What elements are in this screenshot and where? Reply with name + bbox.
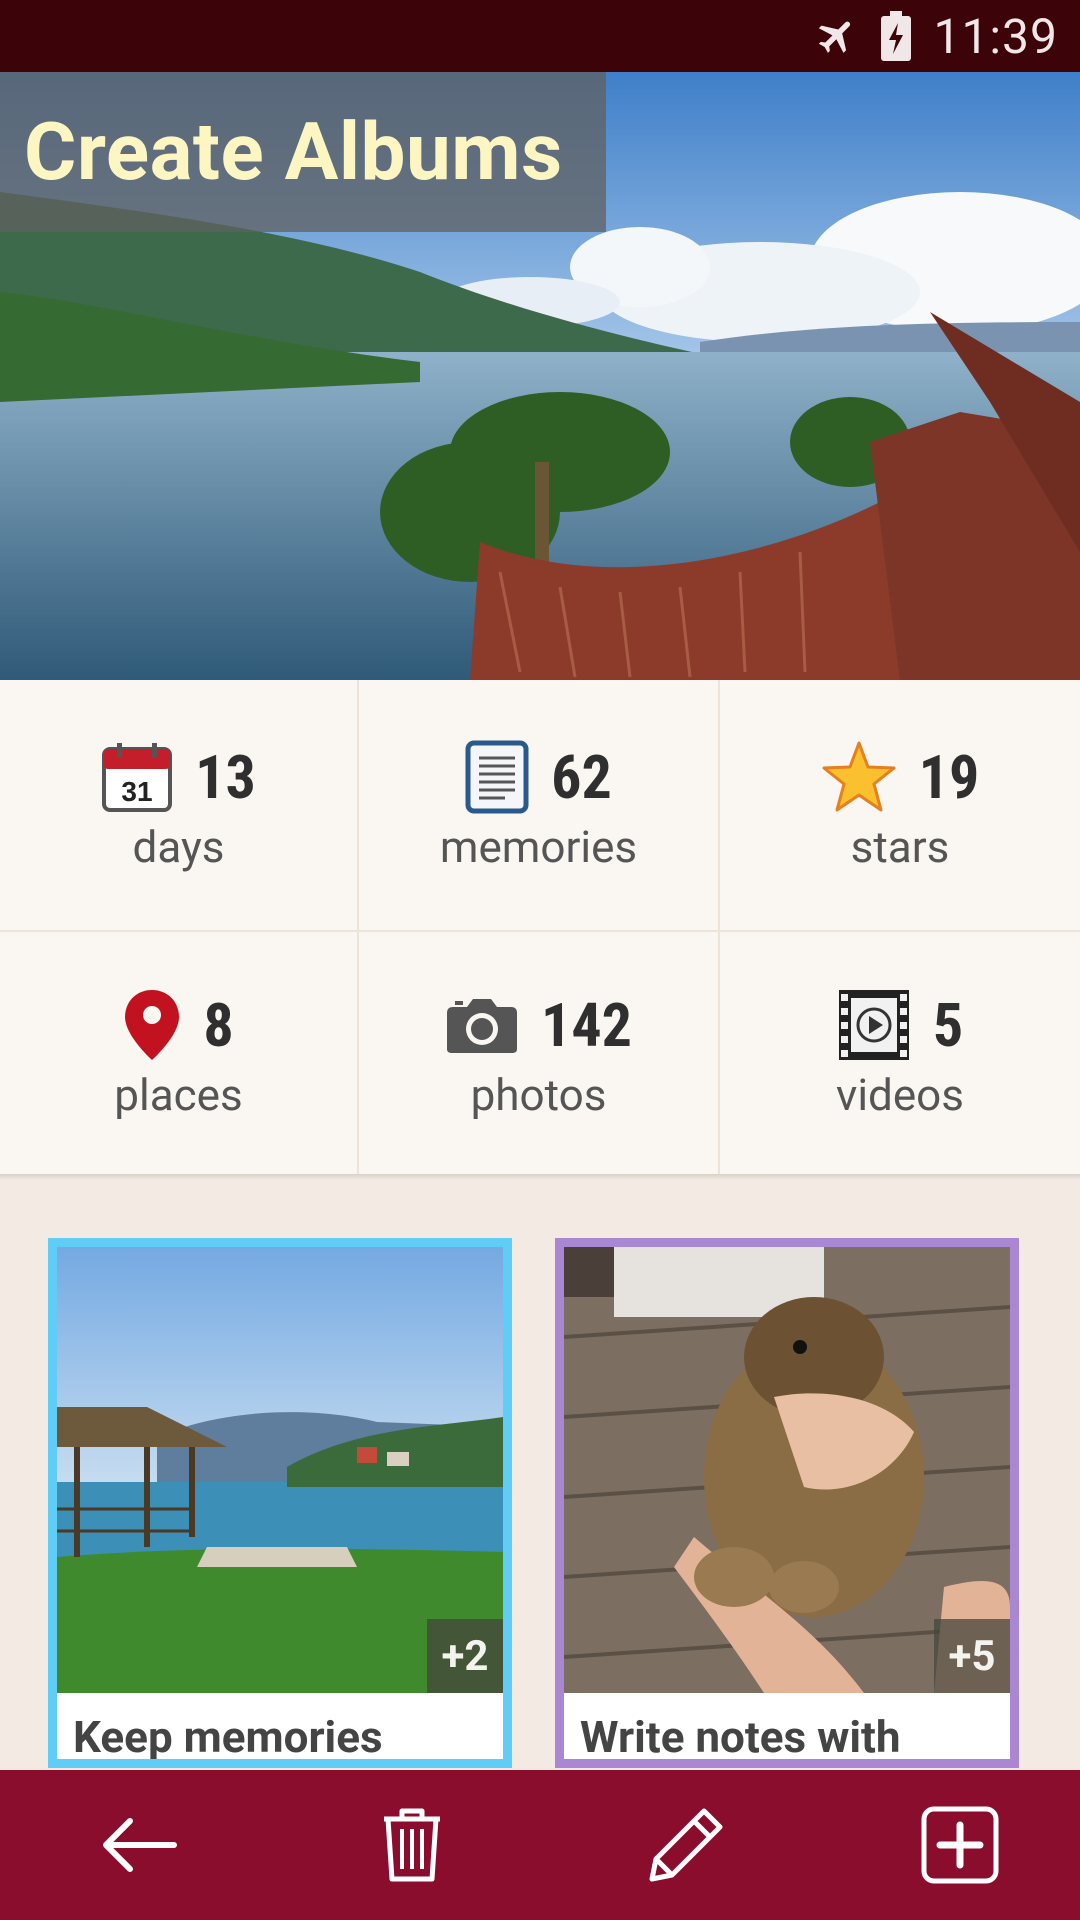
map-pin-icon (125, 990, 180, 1060)
back-button[interactable] (88, 1795, 188, 1895)
back-arrow-icon (103, 1818, 177, 1872)
bottom-action-bar (0, 1770, 1080, 1920)
card-caption: Write notes with (580, 1711, 901, 1763)
stat-photos[interactable]: 142 photos (359, 932, 718, 1174)
stat-stars[interactable]: 19 stars (720, 680, 1080, 930)
hero-title-box: Create Albums (0, 72, 606, 232)
days-count: 13 (195, 741, 256, 813)
photos-count: 142 (541, 989, 632, 1061)
status-bar: 11:39 (0, 0, 1080, 72)
stats-grid: 31 13 days 62 memories 19 stars 8 places… (0, 680, 1080, 1174)
memories-label: memories (439, 821, 638, 873)
delete-button[interactable] (362, 1795, 462, 1895)
places-label: places (114, 1069, 243, 1121)
camera-icon (447, 999, 518, 1053)
videos-count: 5 (932, 989, 964, 1061)
star-icon (822, 741, 896, 812)
stat-places[interactable]: 8 places (0, 932, 357, 1174)
calendar-icon: 31 (102, 743, 173, 812)
add-button[interactable] (910, 1795, 1010, 1895)
memories-count: 62 (551, 741, 612, 813)
svg-text:31: 31 (122, 776, 153, 807)
extra-count-badge: +2 (427, 1619, 503, 1693)
stat-videos[interactable]: 5 videos (720, 932, 1080, 1174)
edit-button[interactable] (636, 1795, 736, 1895)
stars-label: stars (850, 821, 950, 873)
album-card-keep-memories[interactable]: +2 Keep memories (48, 1238, 512, 1768)
stats-shadow (0, 1174, 1080, 1180)
extra-count-badge: +5 (934, 1619, 1010, 1693)
card-caption: Keep memories (73, 1711, 383, 1763)
clock: 11:39 (933, 7, 1058, 65)
notes-icon (465, 740, 529, 814)
photos-label: photos (470, 1069, 607, 1121)
battery-charging-icon (881, 11, 912, 61)
album-card-write-notes[interactable]: +5 Write notes with (555, 1238, 1019, 1768)
add-box-icon (921, 1806, 999, 1884)
stat-memories[interactable]: 62 memories (359, 680, 718, 930)
pencil-icon (649, 1808, 723, 1882)
trash-icon (384, 1808, 440, 1882)
hero-title: Create Albums (24, 105, 563, 199)
stars-count: 19 (918, 741, 980, 813)
stat-days[interactable]: 31 13 days (0, 680, 357, 930)
places-count: 8 (203, 989, 234, 1061)
videos-label: videos (836, 1069, 964, 1121)
film-play-icon (838, 990, 909, 1060)
airplane-icon (815, 14, 859, 58)
hero-banner[interactable]: Create Albums (0, 72, 1080, 680)
days-label: days (132, 821, 225, 873)
